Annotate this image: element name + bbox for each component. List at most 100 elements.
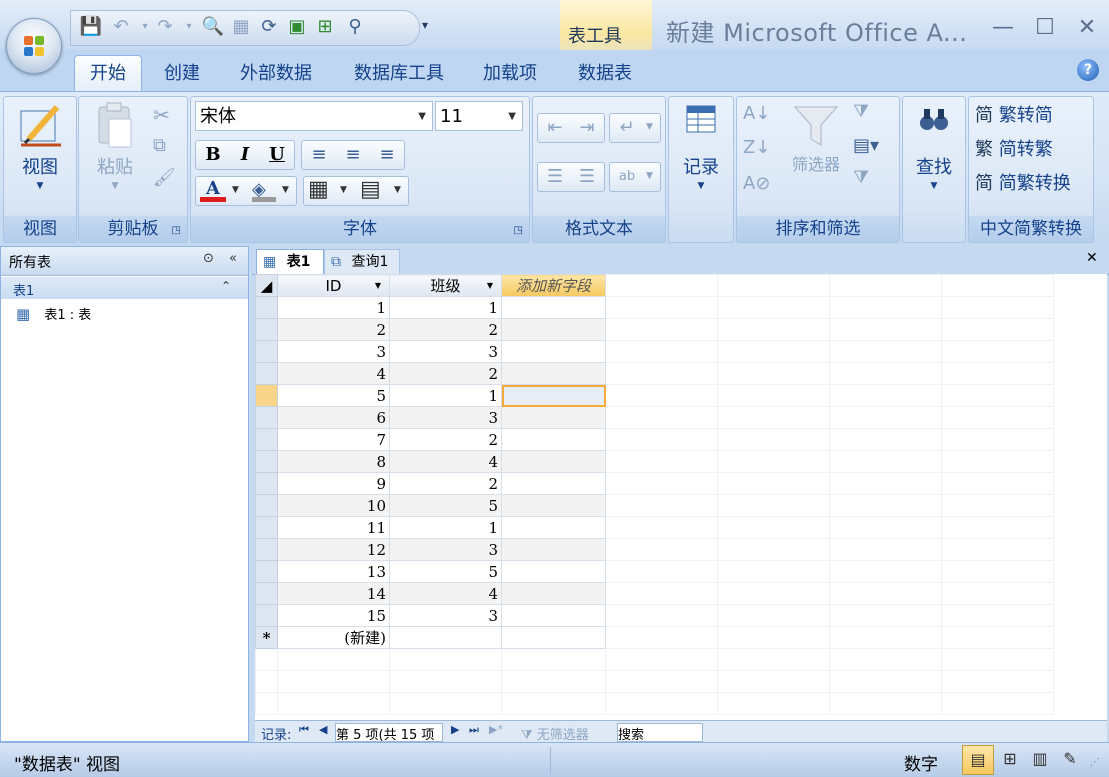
nav-pane-header[interactable]: 所有表 ⊙ «	[1, 247, 248, 276]
alternate-fill-icon[interactable]: ▤	[360, 177, 381, 202]
cell-new-field[interactable]	[501, 560, 606, 583]
minimize-button[interactable]: —	[988, 14, 1018, 42]
view-button[interactable]: 视图 ▼	[8, 101, 72, 193]
cell-class[interactable]: 4	[389, 582, 502, 605]
font-size-dropdown-icon[interactable]: ▼	[508, 102, 516, 132]
cell-new-field[interactable]	[501, 604, 606, 627]
tab-home[interactable]: 开始	[74, 55, 142, 93]
add-new-field-header[interactable]: 添加新字段	[501, 274, 606, 297]
clear-sort-icon[interactable]: A⊘	[743, 173, 770, 194]
selection-filter-icon[interactable]: ⧩	[853, 101, 869, 122]
format-painter-icon[interactable]: 🖌	[153, 167, 176, 188]
datasheet-view-icon[interactable]: ▤	[962, 745, 994, 775]
record-selector[interactable]	[255, 472, 278, 495]
column-header-class[interactable]: 班级 ▼	[389, 274, 502, 297]
redo-dropdown-icon[interactable]: ▾	[177, 15, 201, 39]
clipboard-launcher-icon[interactable]: ◳	[172, 218, 181, 244]
print-preview-icon[interactable]: 🔍	[201, 15, 225, 39]
cell-new-field[interactable]	[501, 296, 606, 319]
cell-new-field[interactable]	[501, 384, 606, 407]
cell-id[interactable]: 4	[277, 362, 390, 385]
help-icon[interactable]: ?	[1077, 59, 1099, 81]
align-center-icon[interactable]: ≡	[338, 141, 368, 169]
close-window-button[interactable]: ✕	[1072, 14, 1102, 42]
first-record-icon[interactable]: ⏮	[299, 723, 309, 737]
record-selector[interactable]	[255, 538, 278, 561]
text-direction-button[interactable]: ↵ ▼	[609, 113, 661, 143]
doctab-query1[interactable]: ⧉ 查询1	[324, 249, 400, 274]
sort-descending-icon[interactable]: Z↓	[743, 137, 770, 158]
font-launcher-icon[interactable]: ◳	[514, 218, 523, 244]
tab-add-ins[interactable]: 加载项	[472, 60, 548, 92]
record-selector[interactable]	[255, 362, 278, 385]
cell-id[interactable]: 7	[277, 428, 390, 451]
cell-new-field[interactable]	[501, 472, 606, 495]
filter-button[interactable]: 筛选器	[781, 101, 851, 175]
doctab-table1[interactable]: ▦ 表1	[256, 249, 324, 274]
cell-class[interactable]: 5	[389, 494, 502, 517]
nav-group-header[interactable]: 表1 ⌃	[1, 277, 248, 299]
increase-indent-icon[interactable]: ⇥	[572, 114, 602, 142]
record-selector[interactable]	[255, 516, 278, 539]
cell-id[interactable]: 6	[277, 406, 390, 429]
cell-new-field[interactable]	[501, 340, 606, 363]
cell-id[interactable]: 9	[277, 472, 390, 495]
select-all-corner[interactable]: ◢	[255, 274, 278, 297]
tab-external-data[interactable]: 外部数据	[226, 60, 326, 92]
nav-group-collapse-icon[interactable]: ⌃	[221, 279, 231, 293]
bullet-list-icon[interactable]: ☰	[572, 163, 602, 191]
column-id-dropdown-icon[interactable]: ▼	[375, 281, 381, 290]
undo-icon[interactable]: ↶	[109, 15, 133, 39]
alternate-fill-dropdown-icon[interactable]: ▼	[394, 185, 401, 195]
refresh-icon[interactable]: ⟳	[257, 15, 281, 39]
last-record-icon[interactable]: ⏭	[469, 723, 479, 737]
gridlines-dropdown-icon[interactable]: ▼	[340, 185, 347, 195]
record-selector[interactable]	[255, 296, 278, 319]
cell-class[interactable]: 3	[389, 538, 502, 561]
import-icon[interactable]: ⊞	[313, 15, 337, 39]
record-selector[interactable]	[255, 406, 278, 429]
align-left-icon[interactable]: ≡	[304, 141, 334, 169]
underline-button[interactable]: U	[262, 141, 292, 169]
copy-icon[interactable]: ⧉	[153, 135, 166, 156]
record-selector[interactable]	[255, 494, 278, 517]
cell-class[interactable]: 2	[389, 428, 502, 451]
column-class-dropdown-icon[interactable]: ▼	[487, 281, 493, 290]
highlight-button[interactable]: ab ▼	[609, 162, 661, 192]
paste-button[interactable]: 粘贴 ▼	[83, 101, 147, 193]
grid-icon[interactable]: ▦	[229, 15, 253, 39]
cell-id[interactable]: 8	[277, 450, 390, 473]
cell-class[interactable]: 3	[389, 340, 502, 363]
decrease-indent-icon[interactable]: ⇤	[540, 114, 570, 142]
column-header-id[interactable]: ID ▼	[277, 274, 390, 297]
redo-icon[interactable]: ↷	[153, 15, 177, 39]
find-button[interactable]: 查找 ▼	[905, 103, 963, 193]
cell-id[interactable]: 3	[277, 340, 390, 363]
cell-new-field[interactable]	[501, 362, 606, 385]
cell-id[interactable]: 10	[277, 494, 390, 517]
record-selector[interactable]	[255, 340, 278, 363]
cell-id[interactable]: 1	[277, 296, 390, 319]
gridlines-icon[interactable]: ▦	[308, 177, 329, 202]
cell-class[interactable]: 3	[389, 406, 502, 429]
close-document-icon[interactable]: ✕	[1086, 250, 1098, 266]
record-search-input[interactable]: 搜索	[617, 723, 703, 743]
new-record-cell[interactable]	[501, 626, 606, 649]
next-record-icon[interactable]: ▶	[451, 723, 459, 736]
cell-class[interactable]: 1	[389, 516, 502, 539]
design-view-icon[interactable]: ✎	[1056, 745, 1084, 773]
cell-new-field[interactable]	[501, 406, 606, 429]
fill-color-dropdown-icon[interactable]: ▼	[282, 185, 289, 195]
bold-button[interactable]: B	[198, 141, 228, 169]
tab-database-tools[interactable]: 数据库工具	[340, 60, 458, 92]
traditional-to-simplified-button[interactable]: 简 繁转简	[975, 101, 1053, 127]
cell-class[interactable]: 5	[389, 560, 502, 583]
numbered-list-icon[interactable]: ☰	[540, 163, 570, 191]
record-selector[interactable]	[255, 384, 278, 407]
italic-button[interactable]: I	[230, 141, 260, 169]
cell-new-field[interactable]	[501, 318, 606, 341]
cell-class[interactable]: 2	[389, 472, 502, 495]
current-record-input[interactable]: 第 5 项(共 15 项	[335, 723, 443, 742]
cell-id[interactable]: 13	[277, 560, 390, 583]
align-right-icon[interactable]: ≡	[372, 141, 402, 169]
